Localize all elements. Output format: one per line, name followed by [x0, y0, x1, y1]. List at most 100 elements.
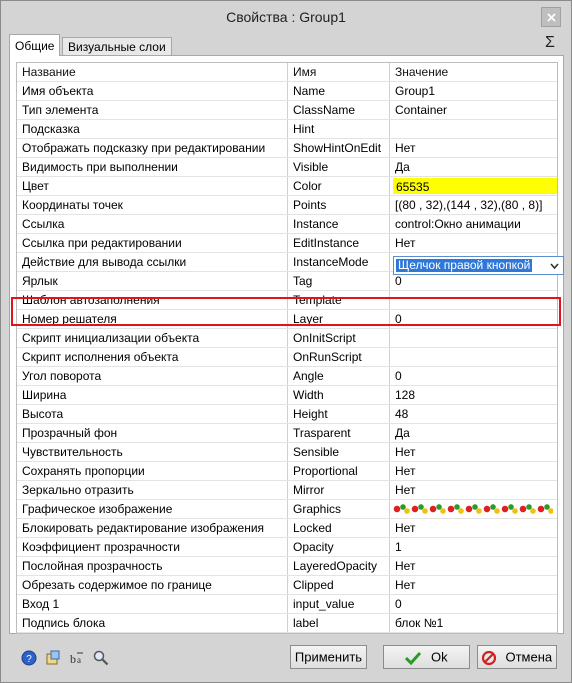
- property-value[interactable]: [390, 329, 557, 347]
- property-value[interactable]: 0: [390, 310, 557, 328]
- property-name: Тип элемента: [17, 101, 288, 119]
- property-value[interactable]: Group1: [390, 82, 557, 100]
- property-row[interactable]: Обрезать содержимое по границе Clipped Нет: [17, 576, 557, 595]
- property-row[interactable]: Щелчок правой кнопкой Действие для вывода…: [17, 253, 564, 275]
- property-id: Sensible: [288, 443, 390, 461]
- cancel-icon: [481, 650, 496, 665]
- property-value[interactable]: Нет: [390, 234, 557, 252]
- instance-mode-select[interactable]: Щелчок правой кнопкой: [393, 256, 564, 275]
- help-icon[interactable]: ?: [21, 650, 37, 666]
- property-name: Шаблон автозаполнения: [17, 291, 288, 309]
- property-value[interactable]: Нет: [390, 139, 557, 157]
- property-value[interactable]: [390, 348, 557, 366]
- property-value[interactable]: блок №1: [390, 614, 557, 632]
- property-value[interactable]: Container: [390, 101, 557, 119]
- properties-icon[interactable]: [45, 650, 61, 666]
- property-row[interactable]: Чувствительность Sensible Нет: [17, 443, 557, 462]
- ok-button[interactable]: Ok: [383, 645, 470, 669]
- property-name: Имя объекта: [17, 82, 288, 100]
- property-row[interactable]: Скрипт инициализации объекта OnInitScript: [17, 329, 557, 348]
- property-value[interactable]: [(80 , 32),(144 , 32),(80 , 8)]: [390, 196, 557, 214]
- property-value[interactable]: 65535: [390, 177, 557, 195]
- properties-panel: Название Имя Значение Имя объекта Name Gro…: [9, 55, 564, 634]
- cancel-button-label: Отмена: [505, 649, 553, 665]
- properties-grid: Название Имя Значение Имя объекта Name Gro…: [16, 62, 564, 634]
- property-value[interactable]: [390, 500, 557, 518]
- tab-visual-layers[interactable]: Визуальные слои: [62, 37, 172, 55]
- chevron-down-icon[interactable]: [550, 263, 559, 269]
- property-id: Width: [288, 386, 390, 404]
- property-row[interactable]: Подсказка Hint: [17, 120, 557, 139]
- text-format-icon[interactable]: b a: [69, 650, 85, 666]
- property-row[interactable]: Скрипт исполнения объекта OnRunScript: [17, 348, 557, 367]
- property-row[interactable]: Прозрачный фон Trasparent Да: [17, 424, 557, 443]
- property-row[interactable]: Тип элемента ClassName Container: [17, 101, 557, 120]
- property-name: Вход 1: [17, 595, 288, 613]
- property-value[interactable]: Нет: [390, 481, 557, 499]
- property-row[interactable]: Видимость при выполнении Visible Да: [17, 158, 557, 177]
- column-header-name[interactable]: Название: [17, 63, 288, 81]
- property-value[interactable]: Нет: [390, 443, 557, 461]
- property-value[interactable]: control:Окно анимации: [390, 215, 557, 233]
- tab-general[interactable]: Общие: [9, 34, 61, 56]
- property-row[interactable]: Угол поворота Angle 0: [17, 367, 557, 386]
- property-value[interactable]: Нет: [390, 462, 557, 480]
- property-id: Clipped: [288, 576, 390, 594]
- property-row[interactable]: Отображать подсказку при редактировании S…: [17, 139, 557, 158]
- property-row[interactable]: Блокировать редактирование изображения Lo…: [17, 519, 557, 538]
- cancel-button[interactable]: Отмена: [477, 645, 557, 669]
- property-id: OnRunScript: [288, 348, 390, 366]
- property-value[interactable]: 0: [390, 367, 557, 385]
- property-value[interactable]: 128: [390, 386, 557, 404]
- property-row[interactable]: Высота Height 48: [17, 405, 557, 424]
- property-id: OnInitScript: [288, 329, 390, 347]
- property-name: Ссылка: [17, 215, 288, 233]
- close-button[interactable]: [541, 7, 561, 27]
- property-row[interactable]: Послойная прозрачность LayeredOpacity Нет: [17, 557, 557, 576]
- property-id: Height: [288, 405, 390, 423]
- property-value[interactable]: [390, 120, 557, 138]
- apply-button[interactable]: Применить: [290, 645, 367, 669]
- graphics-preview[interactable]: [393, 502, 553, 516]
- color-swatch[interactable]: 65535: [393, 178, 557, 194]
- column-header-id[interactable]: Имя: [288, 63, 390, 81]
- property-id: EditInstance: [288, 234, 390, 252]
- property-id: Layer: [288, 310, 390, 328]
- property-value[interactable]: Нет: [390, 557, 557, 575]
- property-value[interactable]: 1: [390, 538, 557, 556]
- search-icon[interactable]: [93, 650, 109, 666]
- property-value[interactable]: 48: [390, 405, 557, 423]
- property-row[interactable]: Номер решателя Layer 0: [17, 310, 557, 329]
- property-row[interactable]: Ссылка Instance control:Окно анимации: [17, 215, 557, 234]
- property-row[interactable]: Сохранять пропорции Proportional Нет: [17, 462, 557, 481]
- window-title: Свойства : Group1: [226, 9, 346, 25]
- property-name: Ярлык: [17, 272, 288, 290]
- svg-text:a: a: [77, 655, 81, 665]
- title-bar: Свойства : Group1: [1, 1, 571, 33]
- property-row[interactable]: Ссылка при редактировании EditInstance Нет: [17, 234, 557, 253]
- property-row[interactable]: Координаты точек Points [(80 , 32),(144 , …: [17, 196, 557, 215]
- property-value[interactable]: Да: [390, 424, 557, 442]
- property-id: ClassName: [288, 101, 390, 119]
- apply-button-label: Применить: [294, 649, 363, 665]
- property-value[interactable]: [390, 291, 557, 309]
- sigma-icon[interactable]: Σ: [545, 34, 555, 52]
- property-value[interactable]: 0: [390, 595, 557, 613]
- property-row[interactable]: Имя объекта Name Group1: [17, 82, 557, 101]
- property-id: label: [288, 614, 390, 632]
- property-row[interactable]: Вход 1 input_value 0: [17, 595, 557, 614]
- property-row[interactable]: Шаблон автозаполнения Template: [17, 291, 557, 310]
- property-value[interactable]: Нет: [390, 519, 557, 537]
- property-name: Отображать подсказку при редактировании: [17, 139, 288, 157]
- property-row[interactable]: Коэффициент прозрачности Opacity 1: [17, 538, 557, 557]
- property-value[interactable]: Да: [390, 158, 557, 176]
- grid-header: Название Имя Значение: [17, 63, 557, 82]
- property-row[interactable]: Подпись блока label блок №1: [17, 614, 557, 633]
- column-header-value[interactable]: Значение: [390, 63, 557, 81]
- property-row[interactable]: Цвет Color 65535: [17, 177, 557, 196]
- property-row[interactable]: Графическое изображение Graphics: [17, 500, 557, 519]
- property-value[interactable]: Нет: [390, 576, 557, 594]
- property-row[interactable]: Зеркально отразить Mirror Нет: [17, 481, 557, 500]
- property-row[interactable]: Ширина Width 128: [17, 386, 557, 405]
- property-name: Блокировать редактирование изображения: [17, 519, 288, 537]
